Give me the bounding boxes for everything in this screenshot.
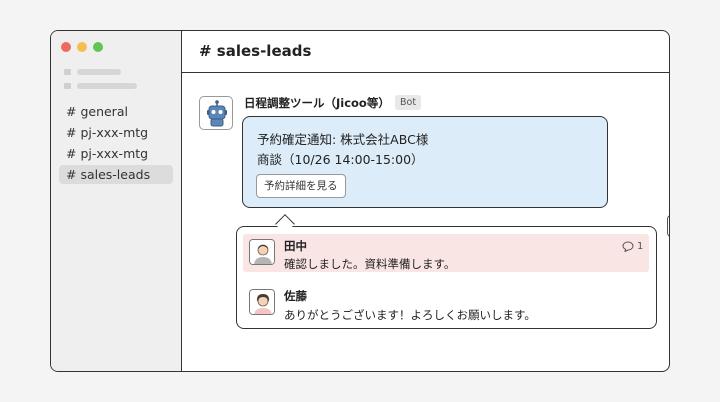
- sidebar: # general # pj-xxx-mtg # pj-xxx-mtg # sa…: [51, 31, 182, 371]
- avatar[interactable]: [249, 289, 275, 315]
- main-pane: # sales-leads 日程調整ツール（Jicoo等） Bot 予約確定通知…: [182, 31, 669, 371]
- message-author[interactable]: 佐藤: [284, 288, 307, 304]
- sidebar-item-general[interactable]: # general: [59, 102, 173, 121]
- card-title: 予約確定通知: 株式会社ABC様: [257, 132, 429, 147]
- view-booking-details-button[interactable]: 予約詳細を見る: [256, 174, 346, 198]
- share-arrow-icon: [668, 216, 670, 236]
- robot-icon: [207, 100, 227, 127]
- bot-avatar[interactable]: [199, 96, 233, 130]
- share-button[interactable]: [667, 215, 670, 237]
- app-window: # general # pj-xxx-mtg # pj-xxx-mtg # sa…: [50, 30, 670, 372]
- window-controls: [61, 42, 103, 52]
- booking-notification-card: 予約確定通知: 株式会社ABC様 商談（10/26 14:00-15:00） 予…: [242, 116, 608, 208]
- person-icon: [250, 290, 274, 314]
- card-subtitle: 商談（10/26 14:00-15:00）: [257, 152, 424, 167]
- person-icon: [250, 240, 274, 264]
- workspace-placeholder: [77, 69, 121, 75]
- reply-count[interactable]: 1: [622, 241, 643, 252]
- message-author[interactable]: 田中: [284, 238, 307, 254]
- sidebar-item-pj-xxx-mtg-2[interactable]: # pj-xxx-mtg: [59, 144, 173, 163]
- bot-sender-name[interactable]: 日程調整ツール（Jicoo等）: [244, 95, 390, 111]
- minimize-window-button[interactable]: [77, 42, 87, 52]
- maximize-window-button[interactable]: [93, 42, 103, 52]
- message-text: 確認しました。資料準備します。: [284, 257, 456, 271]
- lock-icon: [64, 83, 71, 89]
- channel-header: # sales-leads: [182, 31, 669, 73]
- bot-badge: Bot: [395, 95, 422, 110]
- close-window-button[interactable]: [61, 42, 71, 52]
- sidebar-item-sales-leads[interactable]: # sales-leads: [59, 165, 173, 184]
- sidebar-item-pj-xxx-mtg[interactable]: # pj-xxx-mtg: [59, 123, 173, 142]
- reply-count-value: 1: [637, 241, 644, 252]
- section-placeholder: [77, 83, 137, 89]
- thread-panel: 田中 確認しました。資料準備します。 1 佐藤 ありがとうございます！よろしくお…: [236, 226, 657, 329]
- message-text: ありがとうございます！よろしくお願いします。: [284, 308, 536, 322]
- page-title: # sales-leads: [199, 42, 312, 60]
- avatar[interactable]: [249, 239, 275, 265]
- speech-bubble-icon: [622, 241, 634, 252]
- menu-icon: [64, 69, 71, 75]
